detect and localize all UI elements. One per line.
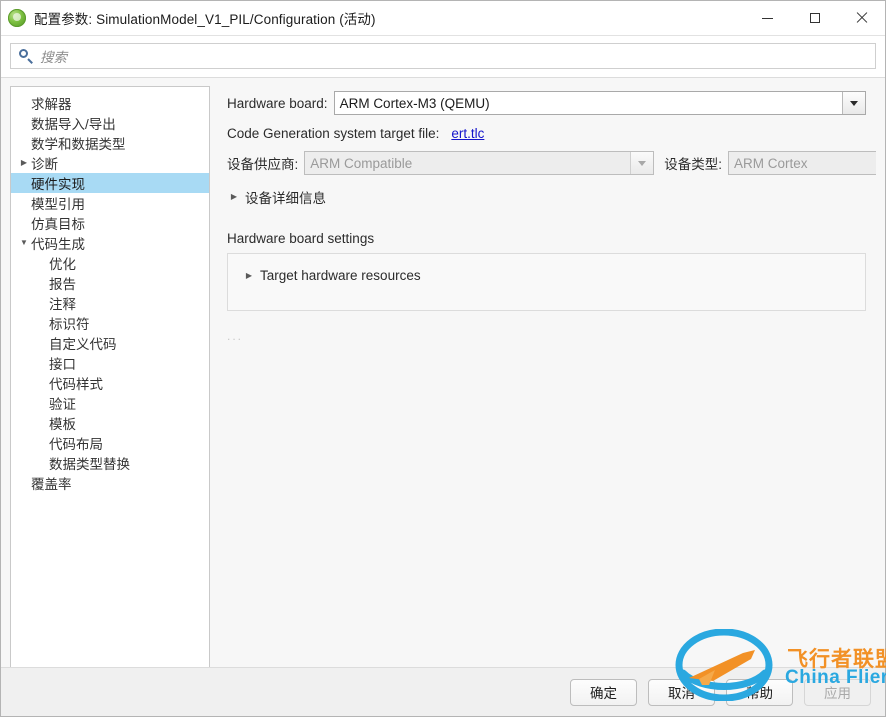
sidebar-item-label: 自定义代码	[49, 337, 117, 352]
search-bar: 搜索	[1, 36, 885, 78]
hardware-implementation-pane: Hardware board: ARM Cortex-M3 (QEMU) Cod…	[218, 86, 876, 667]
sidebar-item-label: 诊断	[31, 157, 58, 172]
hardware-board-combo[interactable]: ARM Cortex-M3 (QEMU)	[333, 91, 866, 115]
chevron-right-icon: ▶	[245, 270, 253, 280]
sidebar-item-label: 代码生成	[31, 237, 85, 252]
hardware-board-settings-group: ▶ Target hardware resources	[227, 253, 866, 311]
sidebar-item[interactable]: 模板	[11, 413, 209, 433]
sidebar-item-label: 数据类型替换	[49, 457, 130, 472]
chevron-down-icon[interactable]	[630, 152, 654, 174]
simulink-icon	[8, 9, 26, 27]
sidebar-item-label: 数学和数据类型	[31, 137, 126, 152]
sidebar-item[interactable]: 数学和数据类型	[11, 133, 209, 153]
sidebar-item-label: 报告	[49, 277, 76, 292]
config-parameters-dialog: 配置参数: SimulationModel_V1_PIL/Configurati…	[0, 0, 886, 717]
help-button[interactable]: 帮助	[726, 678, 793, 706]
maximize-icon	[809, 13, 820, 23]
device-vendor-label: 设备供应商:	[227, 157, 299, 172]
device-vendor-combo[interactable]: ARM Compatible	[304, 151, 655, 175]
dialog-body: 求解器 数据导入/导出 数学和数据类型 ▶ 诊断 硬件实现 模型引用 仿真目标 ▼ 代码生成 优化报…	[1, 78, 885, 667]
chevron-down-icon[interactable]: ▼	[17, 239, 31, 247]
sidebar-item[interactable]: 验证	[11, 393, 209, 413]
device-details-disclosure[interactable]: ▶ 设备详细信息	[227, 187, 866, 207]
hardware-board-settings-label: Hardware board settings	[227, 231, 375, 246]
device-type-label: 设备类型:	[664, 157, 723, 172]
sidebar-item-label: 注释	[49, 297, 76, 312]
target-hardware-resources-label: Target hardware resources	[260, 268, 421, 283]
window-title: 配置参数: SimulationModel_V1_PIL/Configurati…	[34, 12, 376, 27]
sidebar-item[interactable]: 数据导入/导出	[11, 113, 209, 133]
sidebar-item[interactable]: 接口	[11, 353, 209, 373]
sidebar-item[interactable]: 注释	[11, 293, 209, 313]
sidebar-item-label: 接口	[49, 357, 76, 372]
sidebar-item[interactable]: 覆盖率	[11, 473, 209, 493]
device-details-label: 设备详细信息	[245, 191, 326, 206]
sidebar-item[interactable]: 仿真目标	[11, 213, 209, 233]
sidebar-item-label: 求解器	[31, 97, 72, 112]
sidebar-item[interactable]: 标识符	[11, 313, 209, 333]
sidebar-item[interactable]: 自定义代码	[11, 333, 209, 353]
sidebar-item[interactable]: 优化	[11, 253, 209, 273]
chevron-right-icon: ▶	[230, 192, 238, 201]
window-controls	[744, 1, 885, 35]
minimize-icon	[762, 17, 773, 19]
sidebar-item[interactable]: 求解器	[11, 93, 209, 113]
device-type-combo[interactable]: ARM Cortex	[728, 151, 876, 175]
device-type-value: ARM Cortex	[734, 155, 808, 171]
search-icon	[19, 49, 33, 63]
settings-tree[interactable]: 求解器数据导入/导出 数学和数据类型 ▶ 诊断硬件实现模型引用仿真目标 ▼ 代码生成优化报…	[10, 86, 210, 667]
sidebar-item-label: 优化	[49, 257, 76, 272]
sidebar-item[interactable]: ▶ 诊断	[11, 153, 209, 173]
close-icon	[856, 12, 868, 24]
title-bar: 配置参数: SimulationModel_V1_PIL/Configurati…	[1, 1, 885, 36]
cancel-button[interactable]: 取消	[648, 678, 715, 706]
search-box[interactable]: 搜索	[10, 43, 876, 69]
sidebar-item-label: 覆盖率	[31, 477, 72, 492]
target-file-link[interactable]: ert.tlc	[451, 126, 484, 141]
maximize-button[interactable]	[791, 1, 838, 35]
target-hardware-resources-disclosure[interactable]: ▶ Target hardware resources	[242, 268, 421, 283]
hardware-board-value: ARM Cortex-M3 (QEMU)	[339, 95, 490, 111]
sidebar-item[interactable]: 数据类型替换	[11, 453, 209, 473]
sidebar-item[interactable]: 代码样式	[11, 373, 209, 393]
search-input[interactable]: 搜索	[40, 46, 67, 66]
sidebar-item-label: 硬件实现	[31, 177, 85, 192]
sidebar-item-label: 数据导入/导出	[31, 117, 116, 132]
chevron-down-icon[interactable]	[842, 92, 865, 114]
sidebar-item-label: 模型引用	[31, 197, 85, 212]
overflow-ellipsis: ...	[227, 329, 244, 343]
minimize-button[interactable]	[744, 1, 791, 35]
apply-button: 应用	[804, 678, 871, 706]
dialog-footer: 确定 取消 帮助 应用	[1, 667, 885, 716]
ok-button[interactable]: 确定	[570, 678, 637, 706]
sidebar-item[interactable]: 代码布局	[11, 433, 209, 453]
close-button[interactable]	[838, 1, 885, 35]
chevron-right-icon[interactable]: ▶	[17, 159, 31, 167]
target-file-row: Code Generation system target file: ert.…	[227, 126, 866, 141]
sidebar-item-label: 代码布局	[49, 437, 103, 452]
target-file-label: Code Generation system target file:	[227, 126, 440, 141]
device-row: 设备供应商: ARM Compatible 设备类型: ARM Cortex	[227, 151, 876, 175]
sidebar-item[interactable]: 模型引用	[11, 193, 209, 213]
sidebar-item[interactable]: 硬件实现	[11, 173, 209, 193]
sidebar-item-label: 标识符	[49, 317, 90, 332]
sidebar-item-label: 验证	[49, 397, 76, 412]
sidebar-item-label: 模板	[49, 417, 76, 432]
sidebar-item-label: 代码样式	[49, 377, 103, 392]
sidebar-item-label: 仿真目标	[31, 217, 85, 232]
hardware-board-row: Hardware board: ARM Cortex-M3 (QEMU)	[227, 91, 866, 115]
sidebar-item[interactable]: 报告	[11, 273, 209, 293]
device-vendor-value: ARM Compatible	[310, 155, 413, 171]
hardware-board-label: Hardware board:	[227, 95, 328, 111]
sidebar-item[interactable]: ▼ 代码生成	[11, 233, 209, 253]
